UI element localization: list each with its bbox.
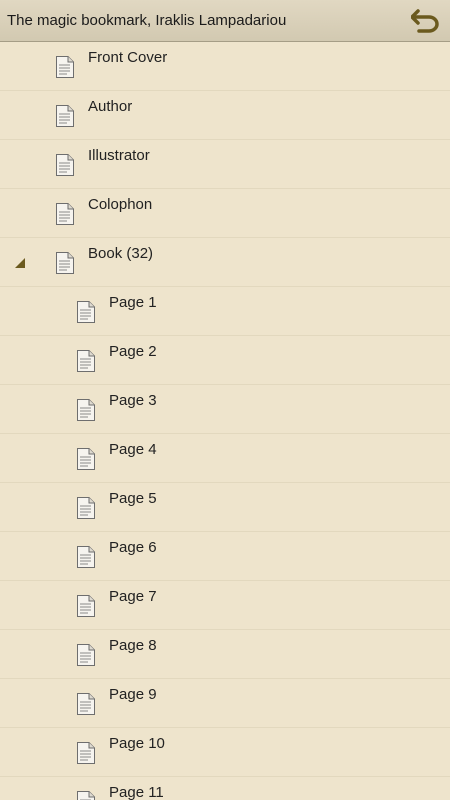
- toc-item-page[interactable]: Page 7: [0, 581, 450, 630]
- toc-item-page[interactable]: Page 10: [0, 728, 450, 777]
- toc-item-label: Page 8: [109, 637, 157, 654]
- toc-item-label: Page 1: [109, 294, 157, 311]
- toc-item-label: Page 11: [109, 784, 164, 800]
- title-bar: The magic bookmark, Iraklis Lampadariou: [0, 0, 450, 42]
- toc-item-label: Colophon: [88, 196, 153, 213]
- toc-item-page[interactable]: Page 2: [0, 336, 450, 385]
- toc-item-label: Author: [88, 98, 133, 115]
- document-icon: [56, 252, 74, 274]
- document-icon: [77, 301, 95, 323]
- toc-item-label: Page 4: [109, 441, 157, 458]
- toc-item-label: Page 10: [109, 735, 165, 752]
- toc-item-page[interactable]: Page 3: [0, 385, 450, 434]
- toc-list: Front Cover Author Illustrator Colophon …: [0, 42, 450, 800]
- document-icon: [77, 595, 95, 617]
- back-arrow-icon: [411, 9, 439, 33]
- toc-item-label: Illustrator: [88, 147, 150, 164]
- toc-item-page[interactable]: Page 1: [0, 287, 450, 336]
- toc-item-page[interactable]: Page 5: [0, 483, 450, 532]
- document-icon: [77, 742, 95, 764]
- document-icon: [77, 644, 95, 666]
- toc-item-page[interactable]: Page 9: [0, 679, 450, 728]
- book-title: The magic bookmark, Iraklis Lampadariou: [7, 12, 287, 29]
- toc-item-colophon[interactable]: Colophon: [0, 189, 450, 238]
- toc-item-page[interactable]: Page 4: [0, 434, 450, 483]
- toc-screen: The magic bookmark, Iraklis Lampadariou …: [0, 0, 450, 800]
- document-icon: [56, 56, 74, 78]
- toc-item-front-cover[interactable]: Front Cover: [0, 42, 450, 91]
- document-icon: [77, 448, 95, 470]
- toc-item-book[interactable]: Book (32): [0, 238, 450, 287]
- toc-item-label: Front Cover: [88, 49, 168, 66]
- toc-item-label: Book (32): [88, 245, 154, 262]
- document-icon: [77, 350, 95, 372]
- toc-item-label: Page 5: [109, 490, 157, 507]
- document-icon: [56, 203, 74, 225]
- toc-item-page[interactable]: Page 11: [0, 777, 450, 800]
- toc-item-page[interactable]: Page 6: [0, 532, 450, 581]
- document-icon: [77, 546, 95, 568]
- toc-item-illustrator[interactable]: Illustrator: [0, 140, 450, 189]
- document-icon: [77, 399, 95, 421]
- toc-item-page[interactable]: Page 8: [0, 630, 450, 679]
- toc-item-label: Page 3: [109, 392, 157, 409]
- document-icon: [56, 105, 74, 127]
- toc-item-author[interactable]: Author: [0, 91, 450, 140]
- document-icon: [77, 791, 95, 800]
- toc-item-label: Page 2: [109, 343, 157, 360]
- document-icon: [77, 497, 95, 519]
- toc-item-label: Page 6: [109, 539, 157, 556]
- back-button[interactable]: [410, 6, 442, 36]
- document-icon: [56, 154, 74, 176]
- document-icon: [77, 693, 95, 715]
- toc-item-label: Page 7: [109, 588, 157, 605]
- toc-item-label: Page 9: [109, 686, 157, 703]
- expanded-triangle-icon[interactable]: [15, 258, 25, 268]
